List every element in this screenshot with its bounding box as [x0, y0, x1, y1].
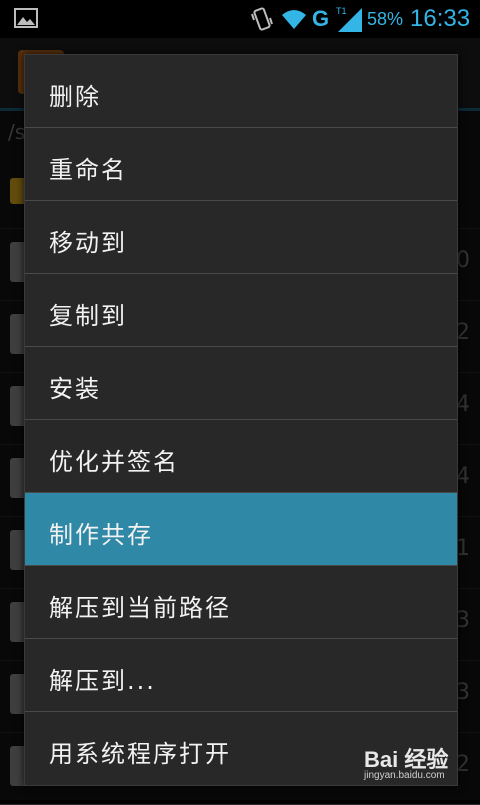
baidu-jingyan-watermark: Bai 经验 jingyan.baidu.com: [364, 742, 470, 792]
signal-strength-icon: T1: [336, 6, 362, 32]
menu-item-rename[interactable]: 重命名: [25, 128, 457, 201]
menu-item-label: 解压到...: [49, 667, 156, 695]
menu-item-label: 制作共存: [49, 521, 153, 549]
gallery-notification-icon: [14, 8, 38, 28]
menu-item-label: 解压到当前路径: [49, 594, 231, 622]
menu-item-label: 删除: [49, 83, 101, 111]
menu-item-install[interactable]: 安装: [25, 347, 457, 420]
network-type: G: [312, 6, 330, 31]
menu-item-label: 移动到: [49, 229, 127, 257]
menu-item-label: 优化并签名: [49, 448, 179, 476]
svg-text:T1: T1: [336, 6, 347, 16]
battery-level: 58%: [367, 9, 404, 29]
menu-item-label: 重命名: [49, 156, 127, 184]
menu-item-label: 用系统程序打开: [49, 740, 231, 768]
menu-item-delete[interactable]: 删除: [25, 55, 457, 128]
status-bar: G T1 58% 16:33: [0, 0, 480, 38]
menu-item-optimize-and-sign[interactable]: 优化并签名: [25, 420, 457, 493]
menu-item-move-to[interactable]: 移动到: [25, 201, 457, 274]
clock: 16:33: [410, 5, 471, 32]
vibrate-icon: [251, 7, 273, 31]
watermark-url: jingyan.baidu.com: [364, 770, 445, 781]
menu-item-extract-to[interactable]: 解压到...: [25, 639, 457, 712]
file-context-menu: 删除 重命名 移动到 复制到 安装 优化并签名 制作共存 解压到当前路径 解压到…: [24, 54, 458, 786]
menu-item-copy-to[interactable]: 复制到: [25, 274, 457, 347]
menu-item-label: 安装: [49, 375, 101, 403]
menu-item-extract-here[interactable]: 解压到当前路径: [25, 566, 457, 639]
wifi-icon: [282, 10, 306, 29]
menu-item-make-coexist[interactable]: 制作共存: [25, 493, 457, 566]
menu-item-label: 复制到: [49, 302, 127, 330]
